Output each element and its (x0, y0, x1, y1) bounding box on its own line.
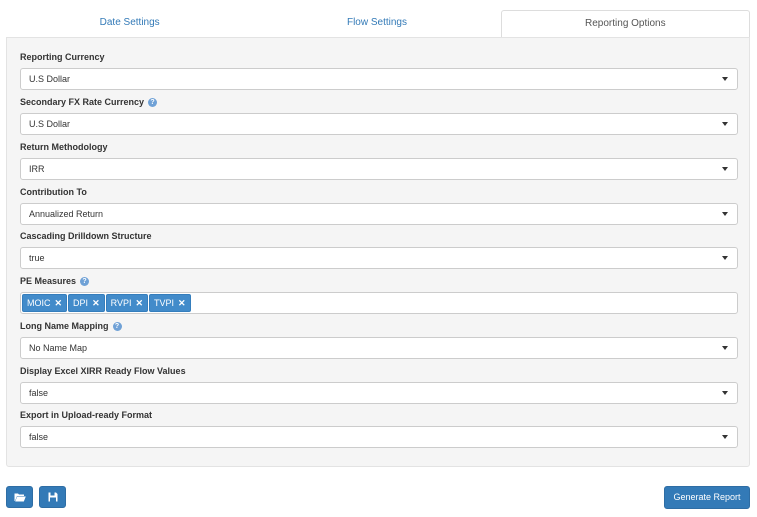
open-folder-button[interactable] (6, 486, 33, 508)
return-methodology-select[interactable]: IRR (20, 158, 738, 180)
caret-down-icon (722, 256, 728, 260)
excel-xirr-label: Display Excel XIRR Ready Flow Values (20, 365, 738, 377)
tag-label: DPI (73, 298, 89, 308)
reporting-currency-select[interactable]: U.S Dollar (20, 68, 738, 90)
remove-icon[interactable]: ✕ (92, 298, 100, 309)
help-icon[interactable]: ? (80, 276, 90, 286)
caret-down-icon (722, 212, 728, 216)
export-upload-value: false (29, 432, 49, 442)
help-icon[interactable]: ? (148, 97, 158, 107)
pe-measures-multiselect[interactable]: MOIC ✕ DPI ✕ RVPI ✕ TVPI ✕ (20, 292, 738, 314)
reporting-currency-field: Reporting Currency U.S Dollar (20, 51, 738, 90)
reporting-options-panel: Reporting Currency U.S Dollar Secondary … (6, 37, 750, 467)
reporting-currency-value: U.S Dollar (29, 74, 71, 84)
return-methodology-label: Return Methodology (20, 141, 738, 153)
long-name-mapping-field: Long Name Mapping? No Name Map (20, 320, 738, 359)
contribution-to-label-text: Contribution To (20, 187, 87, 197)
secondary-fx-select[interactable]: U.S Dollar (20, 113, 738, 135)
reporting-currency-label-text: Reporting Currency (20, 52, 105, 62)
help-icon[interactable]: ? (112, 321, 122, 331)
tag-moic: MOIC ✕ (22, 294, 68, 312)
caret-down-icon (722, 391, 728, 395)
export-upload-select[interactable]: false (20, 426, 738, 448)
tag-dpi: DPI ✕ (68, 294, 105, 312)
tag-label: RVPI (110, 298, 132, 308)
tab-bar: Date Settings Flow Settings Reporting Op… (6, 10, 750, 38)
secondary-fx-value: U.S Dollar (29, 119, 71, 129)
contribution-to-field: Contribution To Annualized Return (20, 186, 738, 225)
remove-icon[interactable]: ✕ (135, 298, 143, 309)
tab-reporting-options[interactable]: Reporting Options (500, 10, 750, 38)
caret-down-icon (722, 77, 728, 81)
remove-icon[interactable]: ✕ (55, 298, 63, 309)
return-methodology-label-text: Return Methodology (20, 142, 108, 152)
pe-measures-field: PE Measures? MOIC ✕ DPI ✕ RVPI ✕ TVPI ✕ (20, 275, 738, 314)
long-name-mapping-label: Long Name Mapping? (20, 320, 738, 332)
excel-xirr-field: Display Excel XIRR Ready Flow Values fal… (20, 365, 738, 404)
long-name-mapping-value: No Name Map (29, 343, 88, 353)
cascading-drilldown-select[interactable]: true (20, 247, 738, 269)
return-methodology-field: Return Methodology IRR (20, 141, 738, 180)
long-name-mapping-select[interactable]: No Name Map (20, 337, 738, 359)
caret-down-icon (722, 167, 728, 171)
excel-xirr-label-text: Display Excel XIRR Ready Flow Values (20, 366, 186, 376)
excel-xirr-value: false (29, 388, 49, 398)
tab-date-settings[interactable]: Date Settings (6, 10, 253, 38)
tag-tvpi: TVPI ✕ (149, 294, 191, 312)
secondary-fx-label-text: Secondary FX Rate Currency (20, 97, 145, 107)
save-button[interactable] (39, 486, 66, 508)
export-upload-label: Export in Upload-ready Format (20, 409, 738, 421)
tag-label: MOIC (27, 298, 51, 308)
long-name-mapping-label-text: Long Name Mapping (20, 321, 109, 331)
cascading-drilldown-value: true (29, 253, 45, 263)
generate-report-button[interactable]: Generate Report (664, 486, 750, 509)
cascading-drilldown-label-text: Cascading Drilldown Structure (20, 231, 152, 241)
caret-down-icon (722, 346, 728, 350)
floppy-disk-icon (48, 492, 57, 502)
caret-down-icon (722, 122, 728, 126)
tag-label: TVPI (154, 298, 175, 308)
remove-icon[interactable]: ✕ (178, 298, 186, 309)
return-methodology-value: IRR (29, 164, 45, 174)
contribution-to-select[interactable]: Annualized Return (20, 203, 738, 225)
cascading-drilldown-field: Cascading Drilldown Structure true (20, 230, 738, 269)
export-upload-label-text: Export in Upload-ready Format (20, 410, 153, 420)
reporting-currency-label: Reporting Currency (20, 51, 738, 63)
pe-measures-label: PE Measures? (20, 275, 738, 287)
pe-measures-label-text: PE Measures (20, 276, 77, 286)
tab-flow-settings[interactable]: Flow Settings (253, 10, 500, 38)
export-upload-field: Export in Upload-ready Format false (20, 409, 738, 448)
cascading-drilldown-label: Cascading Drilldown Structure (20, 230, 738, 242)
secondary-fx-label: Secondary FX Rate Currency? (20, 96, 738, 108)
contribution-to-value: Annualized Return (29, 209, 104, 219)
excel-xirr-select[interactable]: false (20, 382, 738, 404)
tag-rvpi: RVPI ✕ (105, 294, 148, 312)
secondary-fx-field: Secondary FX Rate Currency? U.S Dollar (20, 96, 738, 135)
contribution-to-label: Contribution To (20, 186, 738, 198)
caret-down-icon (722, 435, 728, 439)
folder-open-icon (14, 493, 26, 502)
